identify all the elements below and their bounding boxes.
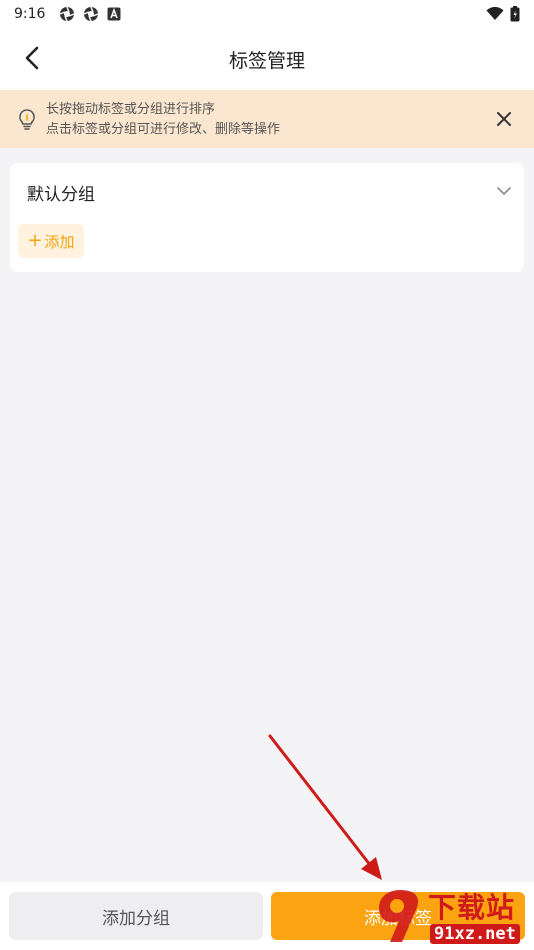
status-bar: 9:16 [0, 0, 534, 28]
add-tag-chip-label: 添加 [44, 232, 75, 251]
lightbulb-icon [19, 109, 35, 130]
chevron-down-icon [497, 187, 511, 195]
status-icons-right [486, 6, 520, 22]
tip-close-button[interactable] [492, 107, 516, 131]
status-icons-left [59, 6, 121, 22]
status-time: 9:16 [14, 6, 46, 22]
wifi-icon [486, 7, 504, 20]
chevron-left-icon [25, 46, 39, 70]
add-group-button[interactable]: 添加分组 [9, 892, 263, 940]
aperture-icon [60, 6, 75, 22]
plus-icon: + [27, 230, 43, 251]
annotation-arrow-icon [268, 734, 382, 880]
tip-banner: 长按拖动标签或分组进行排序 点击标签或分组可进行修改、删除等操作 [0, 90, 534, 148]
tip-text: 长按拖动标签或分组进行排序 点击标签或分组可进行修改、删除等操作 [46, 100, 280, 140]
close-icon [497, 112, 511, 126]
tip-line-1: 长按拖动标签或分组进行排序 [46, 102, 216, 117]
add-group-button-label: 添加分组 [102, 908, 170, 929]
add-tag-button-label: 添加标签 [364, 908, 432, 929]
bottom-action-bar: 添加分组 添加标签 [0, 882, 534, 950]
group-expand-toggle[interactable] [492, 179, 516, 203]
back-button[interactable] [16, 42, 48, 74]
group-card[interactable]: 默认分组 + 添加 [10, 163, 524, 272]
tip-line-2: 点击标签或分组可进行修改、删除等操作 [46, 122, 281, 137]
app-header: 标签管理 [0, 28, 534, 90]
group-name: 默认分组 [27, 185, 95, 205]
add-tag-button[interactable]: 添加标签 [271, 892, 525, 940]
add-tag-chip[interactable]: + 添加 [18, 224, 84, 258]
aperture-icon [84, 6, 99, 22]
app-badge-icon [107, 7, 121, 21]
page-title: 标签管理 [228, 49, 305, 72]
battery-icon [510, 6, 520, 22]
